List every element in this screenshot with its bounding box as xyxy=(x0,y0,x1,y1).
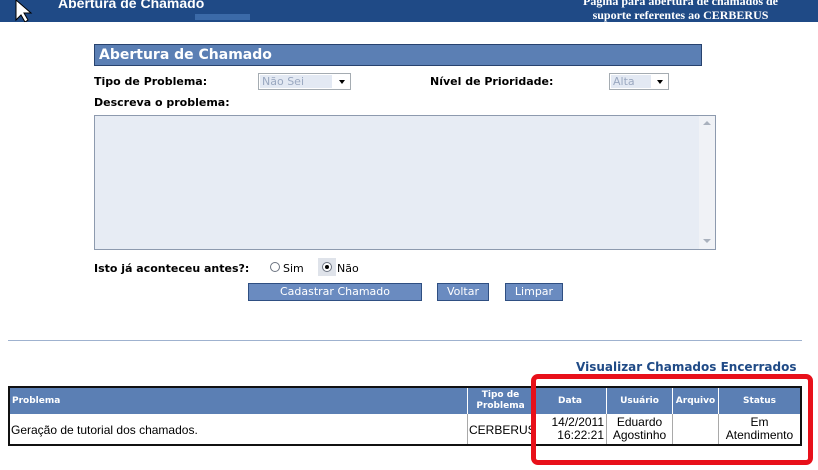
app-header: Abertura de Chamado Página para abertura… xyxy=(0,0,818,22)
chevron-down-icon[interactable] xyxy=(334,74,350,89)
clear-button[interactable]: Limpar xyxy=(505,283,563,301)
scroll-up-icon[interactable] xyxy=(703,121,711,125)
highlight-annotation-box xyxy=(531,374,813,465)
textarea-scrollbar[interactable] xyxy=(699,116,715,249)
happened-before-label: Isto já aconteceu antes?: xyxy=(94,262,250,275)
view-closed-tickets-link[interactable]: Visualizar Chamados Encerrados xyxy=(576,360,796,374)
radio-no[interactable] xyxy=(322,262,332,272)
cell-problem: Geração de tutorial dos chamados. xyxy=(10,414,468,444)
header-title: Abertura de Chamado xyxy=(58,0,205,11)
cell-type: CERBERUS xyxy=(468,414,534,444)
priority-label: Nível de Prioridade: xyxy=(430,75,554,88)
problem-description-textarea[interactable] xyxy=(94,115,716,250)
header-subtitle-line1: Página para abertura de chamados de xyxy=(583,0,778,8)
priority-select[interactable]: Alta xyxy=(609,73,669,90)
column-header-type: Tipo de Problema xyxy=(468,388,534,414)
radio-yes[interactable] xyxy=(270,262,280,272)
radio-yes-label: Sim xyxy=(283,262,304,275)
chevron-down-icon[interactable] xyxy=(652,74,668,89)
column-header-problem: Problema xyxy=(10,388,468,414)
scroll-down-icon[interactable] xyxy=(703,239,711,243)
header-decoration xyxy=(195,14,250,20)
cursor-arrow-icon xyxy=(15,0,33,22)
description-label: Descreva o problema: xyxy=(94,96,230,109)
header-subtitle: Página para abertura de chamados de supo… xyxy=(583,0,778,22)
radio-no-label: Não xyxy=(337,262,359,275)
priority-value: Alta xyxy=(613,75,635,88)
problem-type-select[interactable]: Não Sei xyxy=(258,73,351,90)
form-title: Abertura de Chamado xyxy=(94,44,702,66)
header-subtitle-line2: suporte referentes ao CERBERUS xyxy=(592,8,769,22)
problem-type-label: Tipo de Problema: xyxy=(94,75,208,88)
section-divider xyxy=(8,340,802,341)
submit-ticket-button[interactable]: Cadastrar Chamado xyxy=(248,283,422,301)
back-button[interactable]: Voltar xyxy=(437,283,489,301)
problem-type-value: Não Sei xyxy=(262,75,305,88)
